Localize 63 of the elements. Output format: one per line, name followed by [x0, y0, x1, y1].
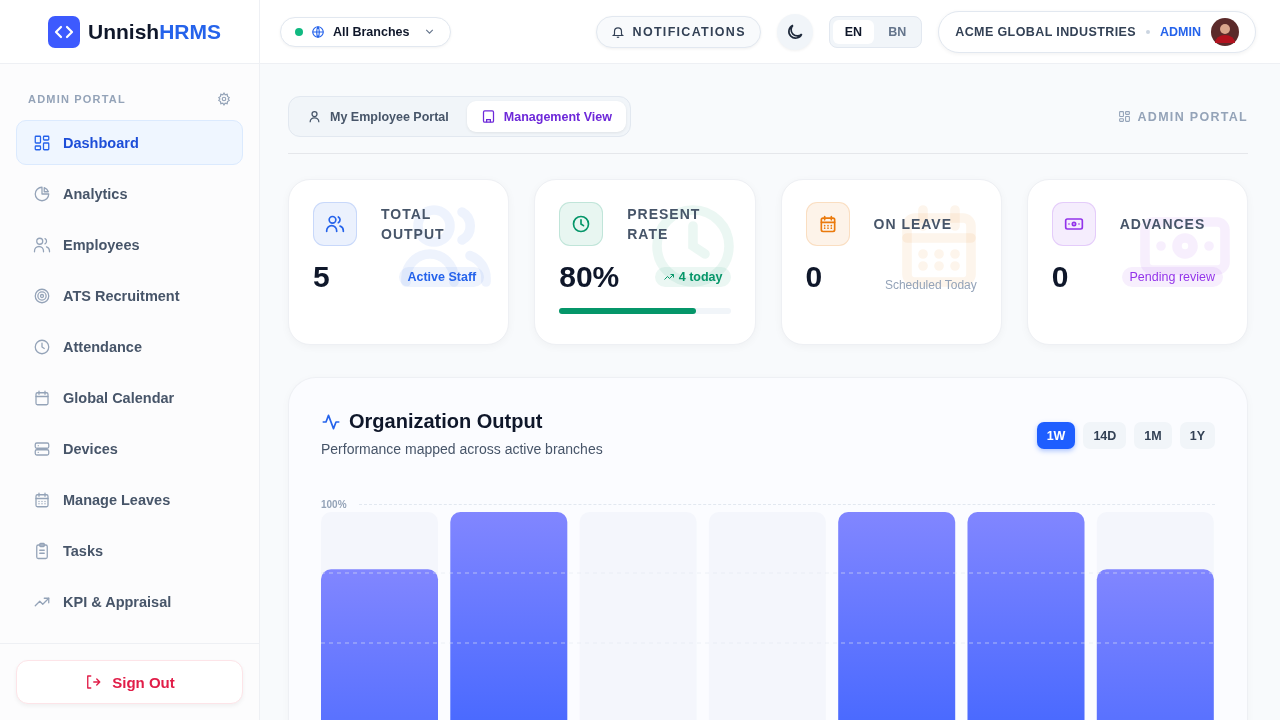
bell-icon: [610, 24, 625, 39]
nav-item[interactable]: Dashboard: [16, 120, 243, 165]
stat-value: 0: [805, 260, 823, 294]
language-option[interactable]: BN: [876, 19, 919, 44]
clipboard-icon: [33, 541, 51, 560]
range-button[interactable]: 1W: [1036, 422, 1076, 449]
clock-icon: [571, 214, 592, 234]
nav-item[interactable]: Attendance: [16, 324, 243, 369]
grid-icon: [33, 133, 51, 152]
axis-label: 100%: [321, 499, 347, 510]
view-tab[interactable]: My Employee Portal: [293, 101, 463, 132]
users-icon: [325, 214, 345, 234]
notifications-button[interactable]: NOTIFICATIONS: [595, 15, 761, 48]
target-icon: [33, 286, 51, 305]
logout-icon: [84, 673, 103, 691]
company-name: ACME GLOBAL INDUSTRIES: [955, 24, 1137, 39]
nav-item[interactable]: Employees: [16, 222, 243, 267]
nav-item[interactable]: Tasks: [16, 528, 243, 573]
branch-selector[interactable]: All Branches: [280, 16, 452, 47]
theme-toggle[interactable]: [776, 13, 813, 50]
card-title: ADVANCES: [1119, 215, 1206, 234]
card-note: Scheduled Today: [884, 278, 977, 292]
range-button[interactable]: 1M: [1134, 422, 1172, 449]
section-label: ADMIN PORTAL: [28, 93, 126, 105]
role-label: ADMIN: [1160, 24, 1201, 39]
nav-item[interactable]: ATS Recruitment: [16, 273, 243, 318]
stat-value: 80%: [559, 260, 620, 294]
stat-value: 5: [313, 260, 330, 294]
view-tab[interactable]: Management View: [466, 101, 626, 132]
range-button[interactable]: 14D: [1083, 422, 1127, 449]
card-title: ON LEAVE: [873, 215, 953, 234]
pie-chart-icon: [33, 184, 51, 203]
status-badge: Active Staff: [399, 267, 485, 287]
logo-icon: [48, 15, 80, 48]
nav-item[interactable]: Devices: [16, 426, 243, 471]
language-option[interactable]: EN: [832, 19, 875, 44]
nav-item[interactable]: Global Calendar: [16, 375, 243, 420]
stat-value: 0: [1051, 260, 1069, 294]
chart-subtitle: Performance mapped across active branches: [321, 441, 603, 457]
status-badge: Pending review: [1121, 267, 1223, 287]
card-title: PRESENT RATE: [627, 205, 702, 244]
calendar-icon: [33, 388, 51, 407]
calendar-icon: [33, 490, 51, 509]
chart-title: Organization Output: [349, 410, 543, 433]
activity-icon: [321, 411, 341, 432]
user-icon: [307, 109, 322, 124]
sign-out-button[interactable]: Sign Out: [16, 660, 243, 704]
avatar-icon: [1211, 17, 1239, 46]
server-icon: [33, 439, 51, 458]
building-icon: [480, 109, 496, 124]
trend-text: 4 today: [678, 270, 723, 284]
nav-item[interactable]: Manage Leaves: [16, 477, 243, 522]
portal-label: ADMIN PORTAL: [1137, 109, 1248, 124]
nav-item[interactable]: Analytics: [16, 171, 243, 216]
grid-icon: [1117, 110, 1131, 123]
account-menu[interactable]: ACME GLOBAL INDUSTRIES ADMIN: [938, 10, 1256, 53]
users-icon: [33, 235, 51, 254]
clock-icon: [33, 337, 51, 356]
range-button[interactable]: 1Y: [1179, 422, 1215, 449]
globe-icon: [311, 24, 325, 39]
card-title: TOTAL OUTPUT: [381, 205, 446, 244]
brand-name: UnnishHRMS: [88, 19, 221, 44]
nav-item[interactable]: KPI & Appraisal: [16, 579, 243, 624]
